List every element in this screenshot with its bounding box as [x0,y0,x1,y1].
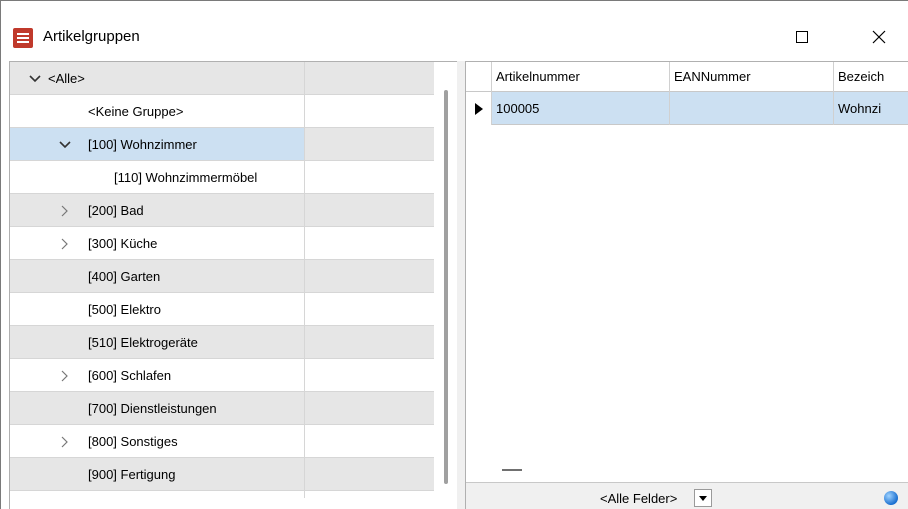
tree-item-label: [510] Elektrogeräte [88,334,198,350]
tree-item[interactable]: [900] Fertigung [10,458,304,491]
tree-column-divider [304,62,305,498]
horizontal-scroll-thumb[interactable] [502,469,522,471]
tree-item-label: [600] Schlafen [88,367,172,383]
tree-row-filler [304,392,434,425]
column-header-bezeichnung[interactable]: Bezeich [834,62,908,92]
tree-item[interactable]: [700] Dienstleistungen [10,392,304,425]
tree-row-filler [304,161,434,194]
chevron-right-icon[interactable] [58,435,72,449]
tree-row-filler [304,62,434,95]
tree-item[interactable]: [100] Wohnzimmer [10,128,304,161]
column-header-artikelnummer[interactable]: Artikelnummer [492,62,670,92]
tree-item-label: [900] Fertigung [88,466,176,482]
tree-item-label: [700] Dienstleistungen [88,400,217,416]
tree-row-filler [304,227,434,260]
maximize-icon [796,31,808,43]
filter-bar: <Alle Felder> [466,482,908,509]
chevron-right-icon[interactable] [58,369,72,383]
tree-row-filler [304,293,434,326]
tree-row-filler [304,95,434,128]
tree-item-label: [100] Wohnzimmer [88,136,197,152]
tree-row-filler [304,260,434,293]
cell-bezeichnung[interactable]: Wohnzi [834,92,908,125]
dropdown-arrow-icon[interactable] [694,489,712,507]
window: Artikelgruppen <Alle> <Keine Gruppe> [100]… [0,0,908,509]
tree-row-filler [304,359,434,392]
tree-item[interactable]: [510] Elektrogeräte [10,326,304,359]
tree-item-label: [800] Sonstiges [88,433,178,449]
chevron-right-icon[interactable] [58,237,72,251]
tree-item[interactable]: <Keine Gruppe> [10,95,304,128]
filter-field-value: <Alle Felder> [600,491,678,506]
globe-icon[interactable] [884,491,898,505]
chevron-down-icon[interactable] [28,72,42,86]
tree-row-filler [304,458,434,491]
tree-row-filler [304,128,434,161]
table-row[interactable]: 100005 Wohnzi [466,92,908,125]
group-tree: <Alle> <Keine Gruppe> [100] Wohnzimmer [110… [9,61,457,509]
tree-item[interactable]: [600] Schlafen [10,359,304,392]
tree-item[interactable]: [400] Garten [10,260,304,293]
cell-artikelnummer[interactable]: 100005 [492,92,670,125]
tree-item-label: [500] Elektro [88,301,161,317]
grid-header: Artikelnummer EANNummer Bezeich [466,62,908,92]
maximize-button[interactable] [779,21,825,53]
column-header-eannummer[interactable]: EANNummer [670,62,834,92]
title-bar: Artikelgruppen [1,1,908,61]
tree-row-filler [304,194,434,227]
tree-item-label: [300] Küche [88,235,158,251]
tree-item-label: <Keine Gruppe> [88,103,184,119]
tree-row-filler [304,326,434,359]
tree-item[interactable]: <Alle> [10,62,304,95]
tree-item[interactable]: [800] Sonstiges [10,425,304,458]
tree-item-label: [400] Garten [88,268,161,284]
close-button[interactable] [856,21,902,53]
tree-item-label: [110] Wohnzimmermöbel [114,169,258,185]
panel-splitter[interactable] [457,61,465,509]
close-icon [872,30,886,44]
tree-item[interactable]: [200] Bad [10,194,304,227]
chevron-right-icon[interactable] [58,204,72,218]
filter-field-select[interactable]: <Alle Felder> [596,487,716,509]
tree-item[interactable]: [500] Elektro [10,293,304,326]
cell-eannummer[interactable] [670,92,834,125]
window-title: Artikelgruppen [43,28,140,45]
chevron-down-icon[interactable] [58,138,72,152]
tree-scrollbar[interactable] [444,90,448,484]
tree-item-label: [200] Bad [88,202,144,218]
tree-row-filler [304,425,434,458]
row-indicator-header [466,62,492,92]
app-icon [13,28,33,48]
tree-item[interactable]: [300] Küche [10,227,304,260]
row-pointer-icon [466,92,492,125]
article-grid: Artikelnummer EANNummer Bezeich 100005 W… [465,61,908,509]
tree-item-label: <Alle> [48,70,85,86]
tree-item[interactable]: [110] Wohnzimmermöbel [10,161,304,194]
